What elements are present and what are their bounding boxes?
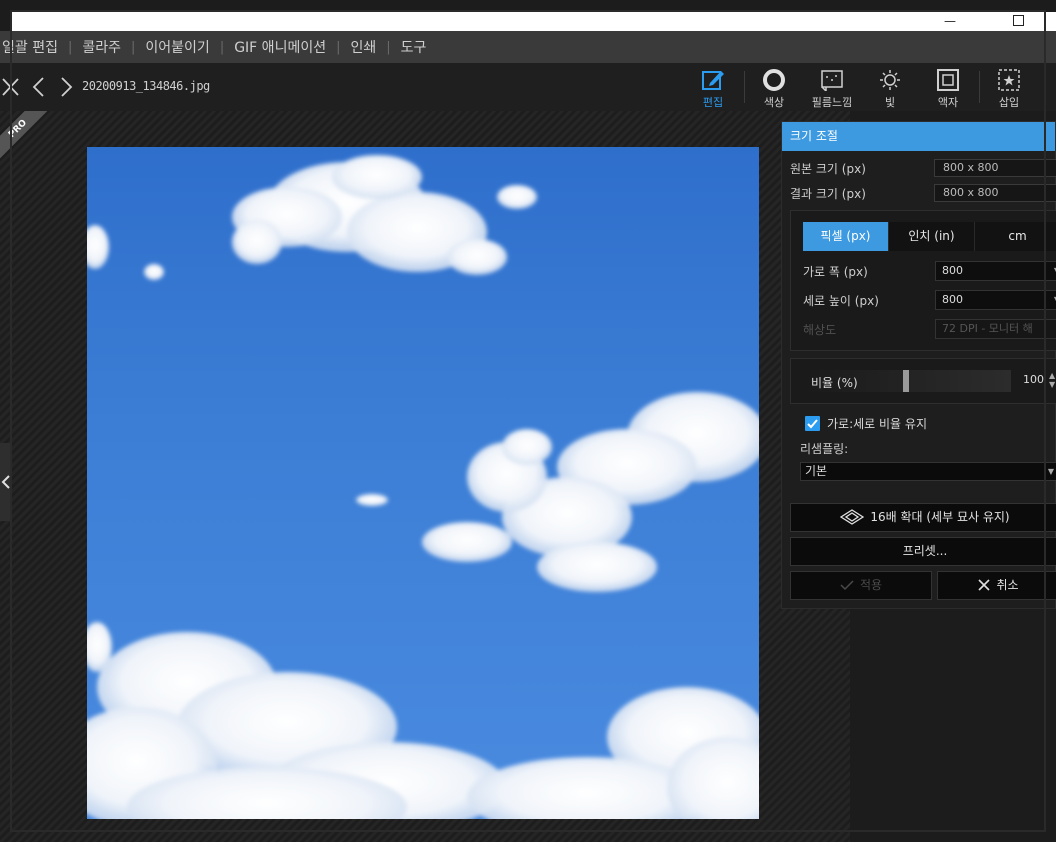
color-circle-icon — [763, 69, 785, 91]
result-size-value: 800 x 800 — [934, 184, 1056, 202]
maximize-icon — [1012, 15, 1024, 26]
ratio-slider-handle[interactable] — [903, 370, 909, 392]
tool-frame[interactable]: 액자 — [920, 67, 976, 109]
close-icon — [978, 578, 991, 591]
width-value: 800 — [942, 264, 963, 277]
unit-cm-tab[interactable]: cm — [975, 222, 1056, 251]
sun-icon — [880, 70, 900, 90]
result-size-label: 결과 크기 (px) — [790, 187, 866, 201]
keep-ratio-label[interactable]: 가로:세로 비율 유지 — [827, 415, 927, 432]
toolbar: 20200913_134846.jpg 편집 색상 필름느낌 빛 액자 삽입 — [0, 63, 1056, 111]
minimize-button[interactable]: — — [930, 12, 970, 31]
dropdown-caret-icon: ▼ — [1047, 467, 1054, 476]
unit-pixel-tab[interactable]: 픽셀 (px) — [803, 222, 889, 251]
tool-edit[interactable]: 편집 — [685, 67, 741, 109]
preset-button[interactable]: 프리셋... — [790, 537, 1056, 566]
resampling-label: 리샘플링: — [800, 442, 849, 456]
menu-combine[interactable]: 이어붙이기 — [135, 37, 219, 57]
menu-bar: 일괄 편집 | 콜라주 | 이어붙이기 | GIF 애니메이션 | 인쇄 | 도… — [0, 31, 1056, 63]
upscale-16x-label: 16배 확대 (세부 묘사 유지) — [870, 510, 1010, 524]
photo-preview — [87, 147, 759, 819]
close-icon — [2, 78, 19, 96]
tool-color[interactable]: 색상 — [746, 67, 802, 109]
file-name: 20200913_134846.jpg — [82, 79, 210, 93]
apply-button: 적용 — [790, 571, 932, 600]
tool-divider — [744, 71, 745, 103]
menu-tools[interactable]: 도구 — [391, 37, 437, 57]
tool-frame-label: 액자 — [937, 96, 959, 109]
insert-star-icon — [998, 69, 1020, 91]
cancel-button[interactable]: 취소 — [937, 571, 1056, 600]
film-icon — [821, 70, 843, 91]
maximize-button[interactable] — [998, 12, 1038, 31]
pro-badge: PRO — [0, 111, 48, 159]
tool-film[interactable]: 필름느낌 — [804, 67, 860, 109]
resize-panel: 크기 조절 원본 크기 (px) 800 x 800 결과 크기 (px) 80… — [781, 121, 1056, 609]
sky-clouds-image — [87, 155, 759, 819]
height-label: 세로 높이 (px) — [803, 294, 879, 308]
keep-ratio-checkbox[interactable] — [805, 416, 820, 431]
next-image-button[interactable] — [55, 75, 77, 99]
resolution-select: 72 DPI - 모니터 해 — [935, 319, 1056, 339]
chevron-left-icon — [32, 77, 44, 97]
panel-title: 크기 조절 — [782, 122, 1055, 151]
ratio-stepper[interactable]: ▲ ▼ — [1049, 371, 1055, 389]
close-image-button[interactable] — [0, 75, 22, 99]
ratio-group: 비율 (%) 100 ▲ ▼ — [790, 358, 1056, 404]
ratio-label: 비율 (%) — [811, 376, 858, 390]
tool-light[interactable]: 빛 — [862, 67, 918, 109]
tool-divider — [979, 71, 980, 103]
tool-insert-label: 삽입 — [998, 96, 1020, 109]
width-input[interactable]: 800▼ — [935, 261, 1056, 281]
ratio-value[interactable]: 100 — [1023, 373, 1044, 386]
checkmark-icon — [807, 419, 818, 429]
resolution-label: 해상도 — [803, 323, 837, 337]
apply-label: 적용 — [859, 578, 883, 592]
tool-film-label: 필름느낌 — [811, 96, 853, 109]
original-size-value: 800 x 800 — [934, 159, 1056, 177]
tool-edit-label: 편집 — [702, 96, 724, 109]
resampling-select[interactable]: 기본 ▼ — [800, 462, 1056, 481]
unit-inch-tab[interactable]: 인치 (in) — [889, 222, 975, 251]
menu-collage[interactable]: 콜라주 — [72, 37, 131, 57]
resampling-value: 기본 — [805, 464, 828, 478]
menu-gif-animation[interactable]: GIF 애니메이션 — [224, 37, 336, 57]
previous-image-button[interactable] — [28, 75, 50, 99]
unit-selector: 픽셀 (px) 인치 (in) cm — [803, 222, 1056, 251]
ratio-slider[interactable]: 비율 (%) — [803, 370, 1011, 392]
upscale-diamond-icon — [840, 508, 865, 525]
resolution-value: 72 DPI - 모니터 해 — [942, 322, 1033, 335]
original-size-label: 원본 크기 (px) — [790, 162, 866, 176]
height-input[interactable]: 800▼ — [935, 290, 1056, 310]
chevron-right-icon — [61, 77, 73, 97]
size-settings-group: 픽셀 (px) 인치 (in) cm 가로 폭 (px) 800▼ 세로 높이 … — [790, 210, 1056, 351]
tool-light-label: 빛 — [884, 96, 896, 109]
upscale-16x-button[interactable]: 16배 확대 (세부 묘사 유지) — [790, 503, 1056, 532]
height-value: 800 — [942, 293, 963, 306]
menu-batch-edit[interactable]: 일괄 편집 — [0, 37, 68, 57]
edit-icon — [702, 71, 724, 90]
menu-print[interactable]: 인쇄 — [340, 37, 386, 57]
cancel-label: 취소 — [996, 578, 1019, 592]
frame-icon — [937, 69, 959, 91]
pro-badge-label: PRO — [0, 111, 48, 159]
tool-color-label: 색상 — [763, 96, 785, 109]
width-label: 가로 폭 (px) — [803, 265, 868, 279]
title-bar: — — [12, 12, 1056, 31]
chevron-left-icon — [1, 475, 10, 489]
side-panel-toggle[interactable] — [0, 443, 12, 521]
checkmark-icon — [840, 579, 854, 590]
tool-insert[interactable]: 삽입 — [981, 67, 1037, 109]
